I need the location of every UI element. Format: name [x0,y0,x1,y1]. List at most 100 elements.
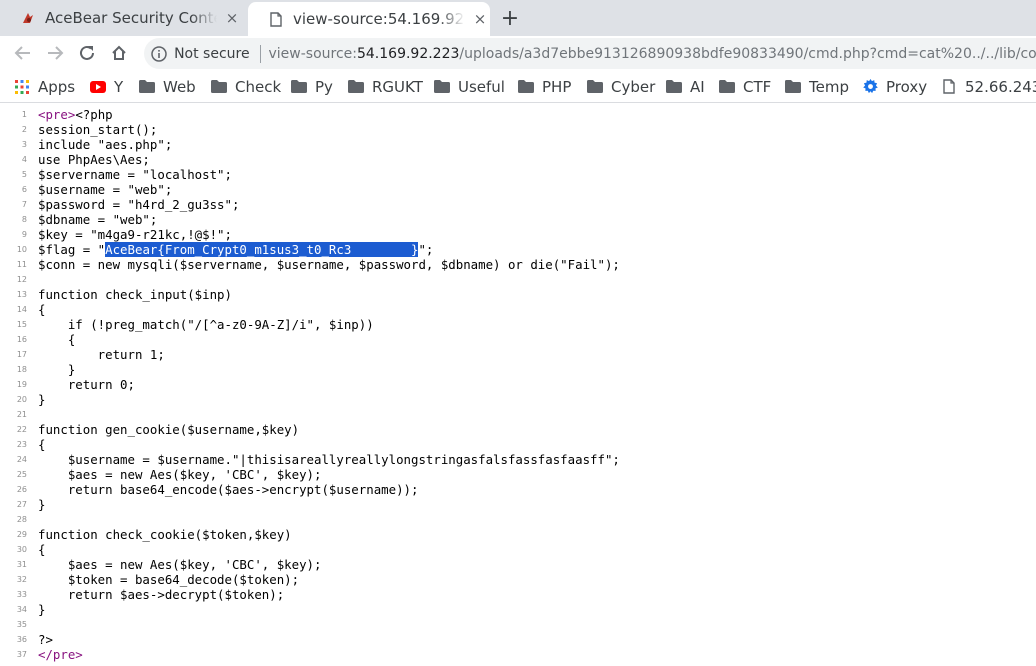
bookmark-label: 52.66.243.7 [965,77,1036,96]
line-number: 15 [16,320,27,329]
bookmark-rgukt[interactable]: RGUKT [348,71,423,102]
reload-button[interactable] [74,40,100,66]
forward-button[interactable] [42,40,68,66]
line-code: include "aes.php"; [38,137,172,152]
bookmark-php[interactable]: PHP [518,71,571,102]
code-token: { [38,302,46,317]
code-token: return 1; [38,347,165,362]
bookmark-ip[interactable]: 52.66.243.7 [941,71,1036,102]
line-code: $key = "m4ga9-r21kc,!@$!"; [38,227,232,242]
new-tab-button[interactable]: + [498,6,522,31]
page-document-icon [268,11,284,27]
page-document-icon [941,79,957,95]
url-prefix: view-source: [268,45,357,62]
bookmark-ctf[interactable]: CTF [719,71,771,102]
bookmark-temp[interactable]: Temp [785,71,849,102]
info-icon[interactable] [151,45,167,63]
line-number: 6 [21,185,27,194]
bookmark-label: Cyber [611,77,656,96]
line-number: 34 [16,605,27,614]
line-code: </pre> [38,647,83,662]
line-number: 13 [16,290,27,299]
line-code: if (!preg_match("/[^a-z0-9A-Z]/i", $inp)… [38,317,374,332]
code-token: $conn = new mysqli($servername, $usernam… [38,257,620,272]
folder-icon [291,79,307,95]
bookmark-ai[interactable]: AI [666,71,705,102]
line-code: $conn = new mysqli($servername, $usernam… [38,257,620,272]
line-code: $username = "web"; [38,182,172,197]
close-icon[interactable]: × [471,10,489,28]
line-code: } [38,362,75,377]
code-token: $servername = "localhost"; [38,167,232,182]
code-token: function gen_cookie($username,$key) [38,422,300,437]
tab-view-source[interactable]: view-source:54.169.92.223 × [248,2,490,36]
back-button[interactable] [10,40,36,66]
code-token: $username = "web"; [38,182,173,197]
bookmark-label: Temp [809,77,849,96]
bookmark-proxy[interactable]: Proxy [862,71,927,102]
selected-flag-text: AceBear{From_Crypt0_m1sus3_t0_Rc3 } [105,242,419,257]
bookmark-useful[interactable]: Useful [434,71,505,102]
code-token: $username = $username."|thisisareallyrea… [38,452,620,467]
line-code: return 1; [38,347,165,362]
line-code: { [38,437,45,452]
line-number: 14 [16,305,27,314]
html-tag-token: <pre> [38,107,76,122]
line-code: return 0; [38,377,135,392]
source-view: 1 <pre><?php 2 session_start(); 3 include "ae… [0,104,1036,666]
home-button[interactable] [106,40,132,66]
line-code: return $aes->decrypt($token); [38,587,284,602]
close-icon[interactable]: × [223,9,241,27]
code-token: { [38,437,46,452]
line-number: 37 [16,650,27,659]
code-token: $aes = new Aes($key, 'CBC', $key); [38,467,322,482]
bookmark-web[interactable]: Web [139,71,196,102]
address-bar[interactable]: Not secure view-source:54.169.92.223/upl… [144,38,1036,69]
line-number: 19 [16,380,27,389]
code-token: "; [418,242,434,257]
code-token: $token = base64_decode($token); [38,572,300,587]
line-code: $token = base64_decode($token); [38,572,299,587]
back-arrow-icon [14,46,30,60]
bookmark-py[interactable]: Py [291,71,333,102]
forward-arrow-icon [48,46,64,60]
folder-icon [719,79,735,95]
line-code: $dbname = "web"; [38,212,157,227]
line-code: $servername = "localhost"; [38,167,232,182]
home-icon [112,45,126,60]
security-label[interactable]: Not secure [174,46,250,62]
line-number: 5 [21,170,27,179]
bookmark-y[interactable]: Y [90,71,123,102]
code-token: include "aes.php"; [38,137,173,152]
address-divider [259,44,261,63]
bookmark-cyber[interactable]: Cyber [587,71,655,102]
code-token: if (!preg_match("/[^a-z0-9A-Z]/i", $inp)… [38,317,374,332]
line-code: } [38,497,45,512]
line-number: 28 [16,515,27,524]
line-code: $password = "h4rd_2_gu3ss"; [38,197,239,212]
tab-title: AceBear Security Contest [45,9,217,27]
code-token: function check_cookie($token,$key) [38,527,292,542]
line-code: return base64_encode($aes->encrypt($user… [38,482,419,497]
code-token: } [38,362,76,377]
line-number: 26 [16,485,27,494]
code-token: } [38,392,46,407]
line-number: 11 [16,260,27,269]
bookmarks-bar: Apps Y Web Check Py RGUKT Useful PHP Cyb… [0,71,1036,103]
line-code: } [38,392,45,407]
acebear-favicon [20,10,36,26]
line-code: function check_cookie($token,$key) [38,527,292,542]
folder-icon [434,79,450,95]
folder-icon [587,79,603,95]
line-number: 3 [21,140,27,149]
code-token: ?> [38,632,53,647]
code-token: return $aes->decrypt($token); [38,587,285,602]
tab-acebear[interactable]: AceBear Security Contest × [0,0,248,36]
bookmark-apps[interactable]: Apps [14,71,75,102]
line-number: 33 [16,590,27,599]
reload-icon [80,45,94,60]
url-text[interactable]: view-source:54.169.92.223/uploads/a3d7eb… [268,46,1036,62]
code-token: { [38,542,46,557]
line-number: 30 [16,545,27,554]
bookmark-check[interactable]: Check [211,71,281,102]
